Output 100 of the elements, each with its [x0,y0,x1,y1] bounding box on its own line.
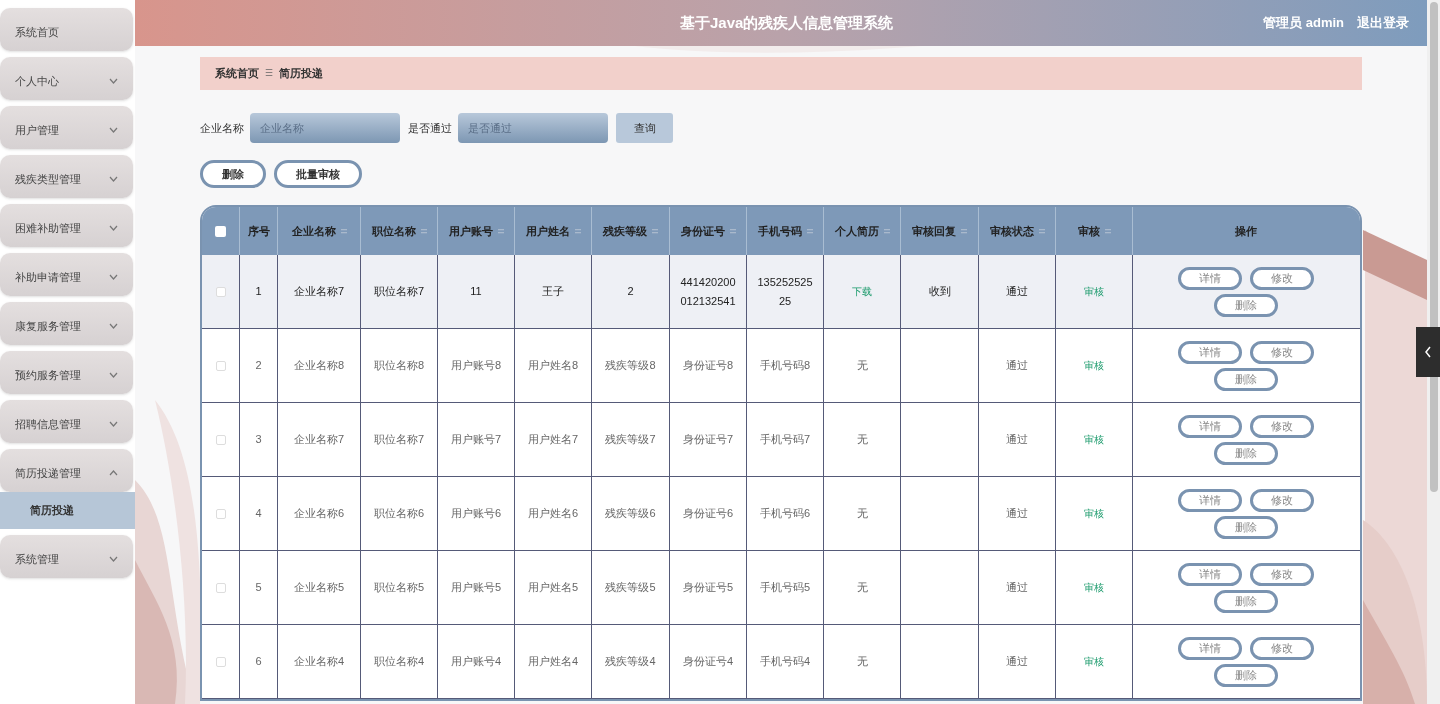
table-cell-text: 残疾等级5 [605,580,656,595]
breadcrumb-separator: ☰ [265,66,273,80]
table-cell-text: 无 [856,654,868,670]
collapse-tab[interactable] [1416,327,1440,377]
sort-icon[interactable] [652,228,658,234]
logout-link[interactable]: 退出登录 [1357,13,1409,33]
row-checkbox[interactable] [215,434,226,445]
review-link[interactable]: 审核 [1084,580,1104,595]
table-cell-text: 王子 [542,284,564,299]
action-button[interactable]: 删除 [1213,589,1278,613]
table-cell-text: 6 [255,654,262,669]
table-cell-text: 职位名称7 [373,432,425,447]
review-link[interactable]: 审核 [1084,654,1104,669]
table-cell-text: 441420200012132541 [679,274,737,309]
sort-icon[interactable] [729,228,736,234]
sidebar-item[interactable]: 个人中心 [0,57,133,100]
column-header[interactable]: 操作 [1133,207,1358,255]
search-field[interactable]: 企业名称 [250,113,400,143]
action-button[interactable]: 删除 [1213,663,1278,687]
scrollbar-thumb[interactable] [1429,2,1438,492]
sort-icon[interactable] [1038,228,1045,234]
table-cell-text: 职位名称7 [373,284,425,299]
download-link[interactable]: 下载 [852,284,872,299]
search-button[interactable]: 查询 [616,113,673,143]
action-button[interactable]: 删除 [1213,293,1278,317]
action-button[interactable]: 详情 [1177,636,1242,660]
sidebar-subitem[interactable]: 简历投递 [0,492,135,529]
table-cell-text: 用户姓名6 [527,506,579,521]
table-cell-text: 用户姓名5 [527,580,579,595]
table-cell-text: 通过 [1006,358,1028,374]
action-button[interactable]: 修改 [1249,340,1314,364]
review-link[interactable]: 审核 [1084,432,1104,447]
review-link[interactable]: 审核 [1084,506,1104,521]
sidebar-item[interactable]: 系统管理 [0,535,133,578]
sort-icon[interactable] [420,228,427,234]
table-cell-text: 身份证号5 [682,580,734,595]
action-button[interactable]: 修改 [1249,636,1314,660]
action-button[interactable]: 详情 [1177,266,1242,290]
sidebar-item[interactable]: 困难补助管理 [0,204,133,247]
sidebar-item[interactable]: 康复服务管理 [0,302,133,345]
table-cell-text: 职位名称4 [373,654,425,669]
select-all-checkbox[interactable] [215,225,226,237]
action-button[interactable]: 修改 [1249,266,1314,290]
sort-icon[interactable] [883,228,890,234]
action-button[interactable]: 删除 [1213,367,1278,391]
toolbar-button[interactable]: 删除 [200,160,266,188]
table-cell-text: 收到 [928,284,951,300]
table-cell-text: 身份证号8 [682,358,734,373]
table-cell-text: 手机号码6 [759,506,811,521]
table-cell-text: 残疾等级7 [605,432,656,447]
table-cell-text: 残疾等级4 [605,654,656,669]
sidebar-item[interactable]: 预约服务管理 [0,351,133,394]
table-cell-text: 用户姓名7 [527,432,579,447]
action-button[interactable]: 修改 [1249,562,1314,586]
toolbar-button[interactable]: 批量审核 [274,160,362,188]
row-checkbox[interactable] [215,582,226,593]
table-cell-text: 身份证号7 [682,432,734,447]
table-cell-text: 无 [856,506,868,522]
table-cell-text: 通过 [1006,506,1028,522]
sort-icon[interactable] [340,228,347,234]
sort-icon[interactable] [574,228,581,234]
review-link[interactable]: 审核 [1084,358,1104,373]
row-checkbox[interactable] [215,656,226,667]
action-button[interactable]: 删除 [1213,441,1278,465]
table-cell-text: 残疾等级8 [605,358,656,373]
table-cell-text: 企业名称8 [293,358,345,373]
sidebar-item[interactable]: 残疾类型管理 [0,155,133,198]
sort-icon[interactable] [497,228,504,234]
sort-icon[interactable] [806,228,813,234]
breadcrumb-item[interactable]: 简历投递 [279,65,323,82]
row-checkbox[interactable] [215,360,226,371]
table-cell-text: 手机号码8 [759,358,811,373]
table-cell-text: 13525252525 [756,274,814,309]
action-button[interactable]: 详情 [1177,340,1242,364]
breadcrumb-item[interactable]: 系统首页 [215,65,259,82]
table-cell-text: 企业名称6 [293,506,345,521]
table-cell-text: 用户姓名4 [527,654,579,669]
action-button[interactable]: 详情 [1177,414,1242,438]
sidebar-item[interactable]: 简历投递管理 [0,449,133,492]
sort-icon[interactable] [961,228,967,234]
row-checkbox[interactable] [215,286,226,297]
row-checkbox[interactable] [215,508,226,519]
action-button[interactable]: 修改 [1249,414,1314,438]
sidebar-item[interactable]: 招聘信息管理 [0,400,133,443]
table-cell-text: 企业名称7 [293,432,345,447]
action-button[interactable]: 删除 [1213,515,1278,539]
table-cell-text: 无 [856,432,868,448]
table-cell-text: 用户账号6 [450,506,502,521]
sidebar-item[interactable]: 用户管理 [0,106,133,149]
sort-icon[interactable] [1104,228,1111,234]
action-button[interactable]: 详情 [1177,562,1242,586]
table-cell-text: 用户账号8 [450,358,502,373]
table-cell-text: 职位名称5 [373,580,425,595]
sidebar-item[interactable]: 系统首页 [0,8,133,51]
user-label: 管理员 admin [1263,14,1344,33]
review-link[interactable]: 审核 [1084,284,1104,299]
sidebar-item[interactable]: 补助申请管理 [0,253,133,296]
action-button[interactable]: 修改 [1249,488,1314,512]
table-cell-text: 职位名称6 [373,506,425,521]
action-button[interactable]: 详情 [1177,488,1242,512]
